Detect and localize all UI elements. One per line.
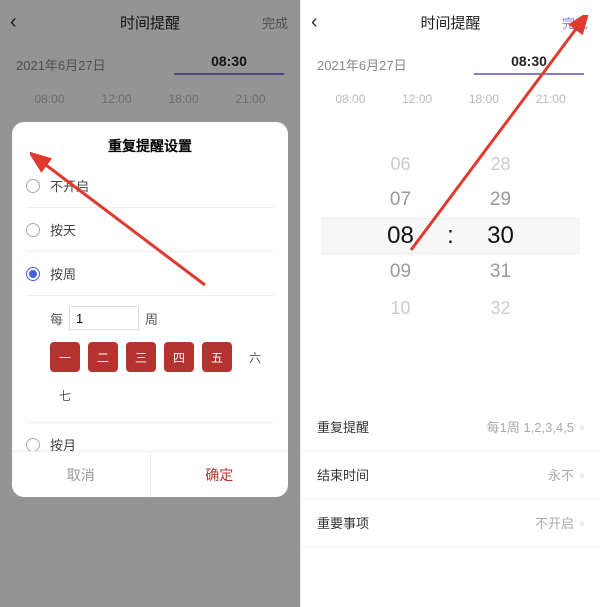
chevron-right-icon: › [580, 468, 584, 482]
time-picker[interactable]: 06:28 07:29 08:30 09:31 10:32 [301, 146, 600, 326]
hour-opt[interactable]: 07 [361, 189, 441, 211]
opt-none[interactable]: 不开启 [26, 164, 274, 207]
opt-label: 按周 [50, 264, 76, 283]
tick: 12:00 [384, 92, 451, 106]
row-value: 不开启 [535, 513, 574, 532]
cancel-button[interactable]: 取消 [12, 452, 151, 497]
row-important[interactable]: 重要事项 不开启 › [301, 499, 600, 547]
done-button-right[interactable]: 完成 [562, 13, 588, 32]
hour-selected[interactable]: 08 [361, 222, 441, 250]
day-thu[interactable]: 四 [164, 342, 194, 372]
back-icon[interactable]: ‹ [311, 11, 318, 34]
row-value: 永不 [548, 465, 574, 484]
hour-opt[interactable]: 06 [361, 154, 441, 175]
opt-label: 按月 [50, 435, 76, 451]
header-right: ‹ 时间提醒 完成 [301, 0, 600, 44]
radio-icon [26, 223, 40, 237]
day-wed[interactable]: 三 [126, 342, 156, 372]
row-label: 重要事项 [317, 513, 535, 532]
row-repeat[interactable]: 重复提醒 每1周 1,2,3,4,5 › [301, 403, 600, 451]
min-selected[interactable]: 30 [461, 222, 541, 250]
page-title: 时间提醒 [420, 12, 480, 33]
row-value: 每1周 1,2,3,4,5 [487, 417, 574, 436]
colon-icon: : [441, 222, 461, 250]
min-opt[interactable]: 29 [461, 189, 541, 211]
opt-label: 不开启 [50, 176, 89, 195]
chevron-right-icon: › [580, 516, 584, 530]
min-opt[interactable]: 31 [461, 261, 541, 283]
row-end[interactable]: 结束时间 永不 › [301, 451, 600, 499]
row-label: 重复提醒 [317, 417, 487, 436]
time-label[interactable]: 08:30 [474, 53, 584, 75]
hour-opt[interactable]: 10 [361, 298, 441, 319]
radio-icon [26, 179, 40, 193]
min-opt[interactable]: 32 [461, 298, 541, 319]
week-interval-input[interactable] [69, 306, 139, 330]
settings-list: 重复提醒 每1周 1,2,3,4,5 › 结束时间 永不 › 重要事项 不开启 … [301, 403, 600, 547]
day-sun[interactable]: 七 [50, 380, 80, 410]
tick: 18:00 [451, 92, 518, 106]
right-pane: ‹ 时间提醒 完成 2021年6月27日 08:30 08:00 12:00 1… [300, 0, 600, 607]
day-mon[interactable]: 一 [50, 342, 80, 372]
opt-day[interactable]: 按天 [26, 207, 274, 251]
week-detail: 每 周 一 二 三 四 五 六 七 [26, 295, 274, 422]
hour-opt[interactable]: 09 [361, 261, 441, 283]
radio-icon-selected [26, 267, 40, 281]
min-opt[interactable]: 28 [461, 154, 541, 175]
tick: 08:00 [317, 92, 384, 106]
week-interval-row: 每 周 [50, 296, 274, 342]
repeat-settings-modal: 重复提醒设置 不开启 按天 按周 每 [12, 122, 288, 497]
datetime-row: 2021年6月27日 08:30 [301, 44, 600, 84]
date-label[interactable]: 2021年6月27日 [317, 55, 474, 74]
day-sat[interactable]: 六 [240, 342, 270, 372]
week-suffix: 周 [145, 309, 158, 328]
weekday-row: 一 二 三 四 五 六 七 [50, 342, 274, 410]
modal-title: 重复提醒设置 [12, 122, 288, 164]
chevron-right-icon: › [580, 420, 584, 434]
day-tue[interactable]: 二 [88, 342, 118, 372]
modal-options: 不开启 按天 按周 每 周 一 [12, 164, 288, 451]
week-prefix: 每 [50, 309, 63, 328]
left-pane: ‹ 时间提醒 完成 2021年6月27日 08:30 08:00 12:00 1… [0, 0, 300, 607]
tick: 21:00 [517, 92, 584, 106]
modal-actions: 取消 确定 [12, 451, 288, 497]
radio-icon [26, 438, 40, 452]
opt-week[interactable]: 按周 [26, 251, 274, 295]
opt-month[interactable]: 按月 [26, 422, 274, 451]
opt-label: 按天 [50, 220, 76, 239]
time-ticks: 08:00 12:00 18:00 21:00 [301, 84, 600, 106]
day-fri[interactable]: 五 [202, 342, 232, 372]
ok-button[interactable]: 确定 [151, 452, 289, 497]
row-label: 结束时间 [317, 465, 548, 484]
